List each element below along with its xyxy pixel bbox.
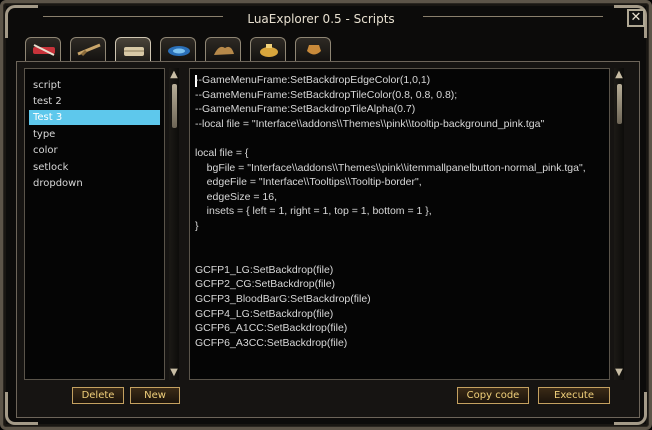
list-item[interactable]: type: [29, 127, 160, 142]
scroll-down-icon[interactable]: ▼: [614, 366, 624, 380]
code-scroll-thumb[interactable]: [617, 84, 622, 124]
copy-code-button[interactable]: Copy code: [457, 387, 529, 404]
close-icon: ✕: [630, 10, 642, 25]
tab-scroll[interactable]: [115, 37, 151, 63]
tab-urn[interactable]: [295, 37, 331, 61]
script-list: script test 2 Test 3 type color setlock …: [24, 68, 165, 380]
scroll-up-icon[interactable]: ▲: [614, 68, 624, 82]
list-item[interactable]: setlock: [29, 160, 160, 175]
scroll-icon: [124, 47, 144, 56]
list-scroll-thumb[interactable]: [172, 84, 177, 128]
list-item-selected[interactable]: Test 3: [29, 110, 160, 125]
list-item[interactable]: dropdown: [29, 176, 160, 191]
rifle-icon: [77, 43, 101, 57]
scroll-up-icon[interactable]: ▲: [169, 68, 179, 82]
list-item[interactable]: script: [29, 78, 160, 93]
scroll-down-icon[interactable]: ▼: [169, 366, 179, 380]
new-button[interactable]: New: [130, 387, 180, 404]
tab-swords[interactable]: [25, 37, 61, 61]
delete-button[interactable]: Delete: [72, 387, 124, 404]
tab-rifle[interactable]: [70, 37, 106, 61]
tab-gem[interactable]: [160, 37, 196, 61]
tab-pouch[interactable]: [250, 37, 286, 61]
code-scrollbar[interactable]: ▲ ▼: [614, 68, 624, 380]
pouch-icon: [260, 44, 278, 57]
swords-icon: [33, 44, 55, 56]
execute-button[interactable]: Execute: [538, 387, 610, 404]
list-scrollbar[interactable]: ▲ ▼: [169, 68, 179, 380]
tab-beast[interactable]: [205, 37, 241, 61]
urn-icon: [307, 45, 321, 55]
list-item[interactable]: color: [29, 143, 160, 158]
gem-icon: [168, 46, 190, 56]
code-text[interactable]: --GameMenuFrame:SetBackdropEdgeColor(1,0…: [195, 73, 603, 350]
beast-icon: [214, 46, 234, 55]
code-editor[interactable]: --GameMenuFrame:SetBackdropEdgeColor(1,0…: [189, 68, 610, 380]
list-item[interactable]: test 2: [29, 94, 160, 109]
close-button[interactable]: ✕: [627, 9, 645, 27]
window-title: LuaExplorer 0.5 - Scripts: [247, 12, 395, 26]
